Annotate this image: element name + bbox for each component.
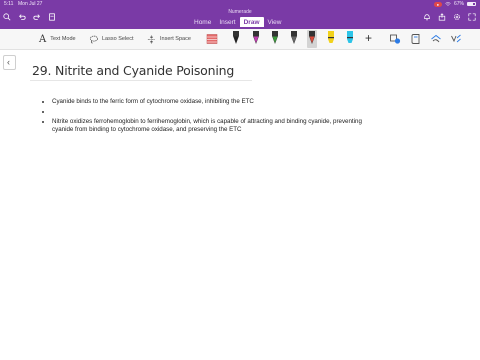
insert-space-button[interactable]: Insert Space bbox=[147, 29, 191, 49]
expand-icon[interactable] bbox=[468, 13, 476, 21]
battery-level bbox=[468, 3, 473, 5]
header-actions bbox=[423, 13, 476, 21]
page-title[interactable]: 29. Nitrite and Cyanide Poisoning bbox=[32, 63, 234, 78]
insert-space-label: Insert Space bbox=[160, 36, 191, 42]
list-item[interactable] bbox=[40, 108, 370, 116]
list-item[interactable]: Nitrite oxidizes ferrohemoglobin to ferr… bbox=[40, 118, 370, 134]
app-title: Numerade bbox=[228, 9, 252, 15]
title-bar: 5:11 Mon Jul 27 Numerade ● 67% Home Inse… bbox=[0, 0, 480, 29]
pen-red-icon[interactable] bbox=[307, 30, 317, 48]
status-indicators: ● 67% bbox=[433, 1, 476, 7]
onenote-app: 5:11 Mon Jul 27 Numerade ● 67% Home Inse… bbox=[0, 0, 480, 360]
share-icon[interactable] bbox=[438, 13, 446, 21]
text-mode-button[interactable]: A Text Mode bbox=[39, 29, 76, 49]
add-pen-icon[interactable]: + bbox=[365, 32, 377, 44]
tab-view[interactable]: View bbox=[264, 17, 286, 27]
page-canvas[interactable]: ‹ 29. Nitrite and Cyanide Poisoning Cyan… bbox=[0, 50, 480, 360]
tab-draw[interactable]: Draw bbox=[239, 17, 264, 27]
redo-icon[interactable] bbox=[33, 13, 41, 21]
tab-home[interactable]: Home bbox=[190, 17, 215, 27]
ink-to-shape-icon[interactable] bbox=[410, 33, 422, 45]
pen-magenta-icon[interactable] bbox=[251, 30, 261, 48]
search-icon[interactable] bbox=[3, 13, 11, 21]
list-item[interactable]: Cyanide binds to the ferric form of cyto… bbox=[40, 98, 370, 106]
settings-icon[interactable] bbox=[453, 13, 461, 21]
text-mode-icon: A bbox=[39, 33, 47, 45]
lasso-select-label: Lasso Select bbox=[102, 36, 134, 42]
ruler-icon[interactable] bbox=[206, 33, 218, 45]
insert-space-icon bbox=[147, 34, 156, 44]
nav-icons bbox=[3, 13, 56, 21]
pen-green-icon[interactable] bbox=[270, 30, 280, 48]
title-divider bbox=[30, 80, 252, 81]
highlighter-cyan-icon[interactable] bbox=[345, 30, 355, 48]
back-button[interactable]: ‹ bbox=[3, 55, 16, 70]
status-time: 5:11 bbox=[4, 1, 14, 7]
wifi-icon bbox=[445, 2, 451, 6]
math-icon[interactable] bbox=[450, 33, 462, 45]
chevron-left-icon: ‹ bbox=[7, 57, 10, 67]
draw-toolbar: A Text Mode Lasso Select Insert Space + bbox=[0, 29, 480, 50]
pen-gray-icon[interactable] bbox=[289, 30, 299, 48]
text-mode-label: Text Mode bbox=[50, 36, 76, 42]
undo-icon[interactable] bbox=[18, 13, 26, 21]
tab-insert[interactable]: Insert bbox=[215, 17, 239, 27]
ink-to-text-icon[interactable] bbox=[430, 33, 442, 45]
lasso-select-button[interactable]: Lasso Select bbox=[89, 29, 134, 49]
recording-icon: ● bbox=[433, 1, 442, 7]
shapes-icon[interactable] bbox=[389, 33, 401, 45]
ribbon-tabs: Home Insert Draw View bbox=[190, 17, 286, 27]
highlighter-yellow-icon[interactable] bbox=[326, 30, 336, 48]
pen-black-icon[interactable] bbox=[231, 30, 241, 48]
bell-icon[interactable] bbox=[423, 13, 431, 21]
notebooks-icon[interactable] bbox=[48, 13, 56, 21]
note-bullets[interactable]: Cyanide binds to the ferric form of cyto… bbox=[40, 98, 370, 136]
lasso-icon bbox=[89, 35, 98, 44]
battery-percent: 67% bbox=[453, 1, 464, 7]
battery-icon bbox=[467, 2, 476, 6]
status-date: Mon Jul 27 bbox=[18, 1, 43, 7]
